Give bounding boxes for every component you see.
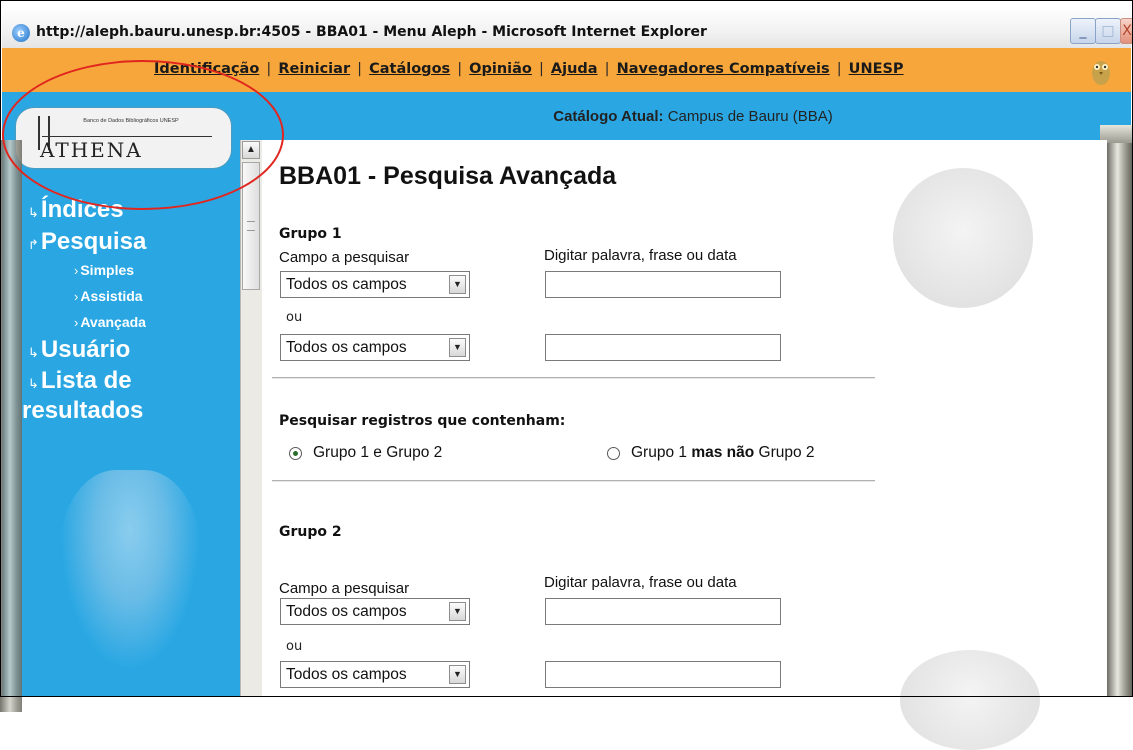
screenshot-border [0,0,1133,697]
